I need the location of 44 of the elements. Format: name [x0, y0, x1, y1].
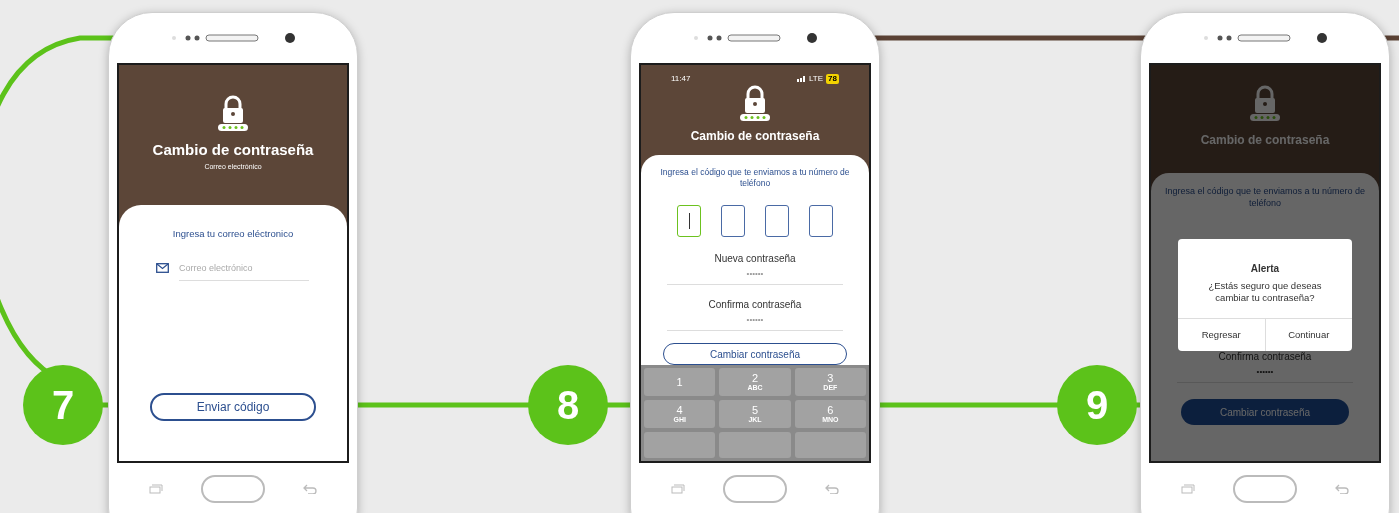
- back-icon[interactable]: [303, 484, 317, 494]
- send-code-button[interactable]: Enviar código: [150, 393, 316, 422]
- battery-badge: 78: [826, 74, 839, 84]
- screen-title: Cambio de contraseña: [690, 128, 820, 145]
- new-password-field[interactable]: Nueva contraseña ••••••: [667, 251, 843, 285]
- instruction-text: Ingresa tu correo eléctronico: [172, 227, 294, 241]
- recent-apps-icon[interactable]: [149, 484, 163, 494]
- dialog-title: Alerta: [1250, 262, 1280, 276]
- instruction-text: Ingresa el código que te enviamos a tu número de teléfono: [659, 167, 851, 189]
- password-placeholder: ••••••: [746, 268, 764, 280]
- screen-title: Cambio de contraseña: [152, 140, 314, 160]
- email-field[interactable]: Correo electrónico: [179, 255, 309, 282]
- recent-apps-icon[interactable]: [1181, 484, 1195, 494]
- recent-apps-icon[interactable]: [671, 484, 685, 494]
- code-digit-box[interactable]: [809, 205, 833, 237]
- password-placeholder: ••••••: [746, 314, 764, 326]
- network-label: LTE: [809, 73, 824, 85]
- keypad-key[interactable]: [644, 432, 716, 458]
- dialog-message: ¿Estás seguro que deseas cambiar tu contraseña?: [1207, 280, 1323, 304]
- back-icon[interactable]: [1335, 484, 1349, 494]
- code-digit-box[interactable]: [765, 205, 789, 237]
- back-icon[interactable]: [825, 484, 839, 494]
- password-value: ••••••: [1256, 366, 1274, 378]
- home-button[interactable]: [1233, 475, 1297, 503]
- confirm-password-field[interactable]: Confirma contraseña ••••••: [667, 297, 843, 331]
- code-digit-box[interactable]: [721, 205, 745, 237]
- mail-icon: [156, 263, 169, 274]
- code-digit-box[interactable]: [677, 205, 701, 237]
- text-cursor: [688, 213, 690, 229]
- field-label: Nueva contraseña: [714, 252, 796, 266]
- home-button[interactable]: [201, 475, 265, 503]
- change-password-button[interactable]: Cambiar contraseña: [1181, 399, 1349, 425]
- keypad-key[interactable]: [719, 432, 791, 458]
- dialog-button[interactable]: Continuar: [1264, 319, 1352, 351]
- keypad-key[interactable]: [794, 432, 866, 458]
- home-button[interactable]: [723, 475, 787, 503]
- signal-icon: [797, 76, 806, 82]
- status-time: 11:47: [671, 73, 691, 85]
- instruction-text: Ingresa el código que te enviamos a tu número de teléfono: [1163, 185, 1367, 209]
- field-label: Confirma contraseña: [708, 298, 802, 312]
- keypad-key[interactable]: 1: [644, 368, 716, 396]
- screen-title: Cambio de contraseña: [1200, 132, 1330, 149]
- dialog-button[interactable]: Regresar: [1178, 319, 1265, 351]
- field-label: Confirma contraseña: [1218, 350, 1312, 364]
